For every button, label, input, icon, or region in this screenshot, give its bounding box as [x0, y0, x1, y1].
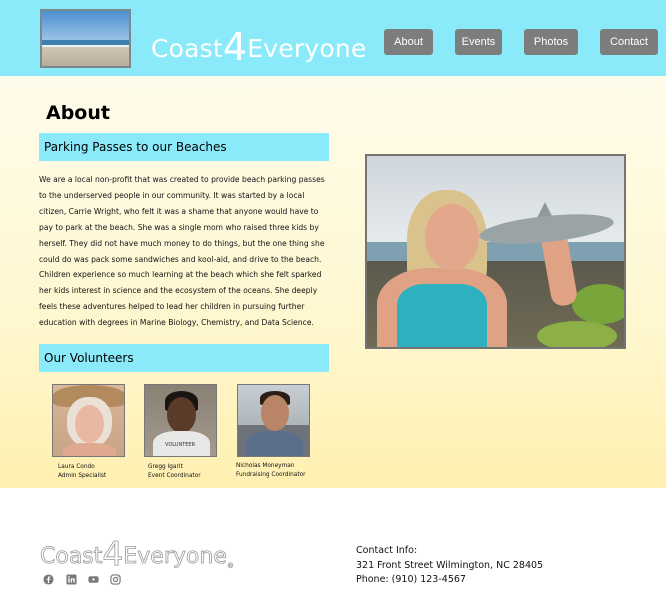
volunteers-section-heading: Our Volunteers — [39, 344, 329, 372]
volunteer-card: Laura Condo Admin Specialist — [52, 384, 125, 479]
founder-photo — [365, 154, 626, 349]
shirt-text: VOLUNTEER — [165, 442, 196, 448]
volunteer-name: Gregg Igarit — [148, 464, 183, 470]
contact-phone: Phone: (910) 123-4567 — [356, 574, 466, 585]
about-paragraph: We are a local non-profit that was creat… — [39, 175, 325, 328]
site-header: Coast4Everyone About Events Photos Conta… — [0, 0, 666, 76]
site-footer: Coast4Everyone® Contact Info: 321 Front … — [0, 488, 666, 592]
site-logo[interactable]: Coast4Everyone — [151, 22, 367, 69]
nav-contact-button[interactable]: Contact — [600, 29, 658, 55]
volunteer-role: Fundraising Coordinator — [236, 472, 306, 478]
footer-logo-prefix: Coast — [40, 544, 103, 570]
volunteer-name: Nicholas Moneyman — [236, 463, 295, 469]
volunteer-role: Event Coordinator — [148, 473, 201, 479]
volunteer-photo — [52, 384, 125, 457]
nav-events-button[interactable]: Events — [455, 29, 502, 55]
logo-prefix: Coast — [151, 34, 223, 63]
contact-title: Contact Info: — [356, 545, 418, 556]
registered-mark: ® — [226, 562, 234, 570]
contact-address: 321 Front Street Wilmington, NC 28405 — [356, 559, 544, 571]
youtube-icon[interactable] — [88, 574, 99, 585]
nav-about-button[interactable]: About — [384, 29, 433, 55]
page-title: About — [46, 102, 110, 124]
footer-logo-suffix: Everyone — [123, 544, 227, 570]
logo-four: 4 — [222, 25, 248, 69]
volunteer-card: Nicholas Moneyman Fundraising Coordinato… — [236, 384, 310, 478]
about-section-heading: Parking Passes to our Beaches — [39, 133, 329, 161]
instagram-icon[interactable] — [110, 574, 121, 585]
main-content: About Parking Passes to our Beaches We a… — [0, 76, 666, 488]
facebook-icon[interactable] — [43, 574, 54, 585]
footer-logo-four: 4 — [102, 534, 124, 574]
linkedin-icon[interactable] — [66, 574, 77, 585]
nav-photos-button[interactable]: Photos — [524, 29, 578, 55]
footer-logo[interactable]: Coast4Everyone® — [40, 532, 234, 574]
logo-suffix: Everyone — [247, 34, 367, 63]
volunteer-name: Laura Condo — [58, 464, 95, 470]
volunteer-photo — [237, 384, 310, 457]
volunteer-photo: VOLUNTEER — [144, 384, 217, 457]
contact-info: Contact Info: 321 Front Street Wilmingto… — [356, 544, 543, 588]
volunteer-card: VOLUNTEER Gregg Igarit Event Coordinator — [144, 384, 217, 479]
header-beach-photo — [40, 9, 131, 68]
volunteer-role: Admin Specialist — [58, 473, 107, 479]
